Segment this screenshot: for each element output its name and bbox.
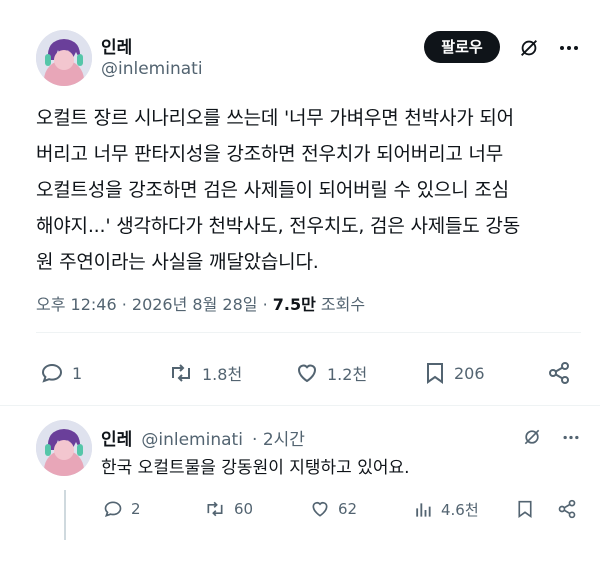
heart-icon — [297, 364, 317, 383]
bookmark-icon — [518, 500, 532, 518]
reply-count: 1 — [72, 363, 83, 383]
timestamp[interactable]: 오후 12:46 · 2026년 8월 28일 · — [36, 295, 273, 314]
reply-reply-button[interactable]: 2 — [103, 499, 141, 519]
share-icon — [558, 499, 576, 519]
reply-like-button[interactable]: 62 — [310, 499, 357, 519]
more-horizontal-icon[interactable] — [556, 35, 582, 61]
reply-button[interactable]: 1 — [40, 361, 82, 385]
reply-text: 한국 오컬트물을 강동원이 지탱하고 있어요. — [101, 458, 410, 478]
views-icon — [416, 502, 431, 517]
reply-retweet-button[interactable]: 60 — [204, 499, 253, 519]
bookmark-icon — [427, 363, 443, 384]
retweet-icon — [172, 364, 190, 382]
tweet-meta: 오후 12:46 · 2026년 8월 28일 · 7.5만 조회수 — [36, 291, 365, 315]
share-button[interactable] — [547, 361, 571, 385]
reply-like-count: 62 — [338, 500, 358, 518]
reply-retweet-count: 60 — [234, 500, 254, 518]
divider — [0, 405, 600, 406]
reply-bookmark-button[interactable] — [516, 499, 534, 519]
reply-views-button[interactable]: 4.6천 — [413, 499, 479, 520]
reply-share-button[interactable] — [557, 499, 577, 519]
heart-icon — [312, 501, 328, 517]
bookmark-count: 206 — [454, 363, 485, 383]
tweet-text: 오컬트 장르 시나리오를 쓰는데 '너무 가벼우면 천박사가 되어 버리고 너무… — [36, 107, 520, 273]
reply-icon — [41, 363, 63, 383]
reply-author-name[interactable]: 인레 — [101, 430, 132, 450]
grok-icon[interactable] — [520, 425, 544, 449]
reply-views-count: 4.6천 — [441, 501, 479, 519]
reply-author-handle[interactable]: @inleminati — [141, 430, 243, 450]
bookmark-button[interactable]: 206 — [424, 361, 485, 385]
author-handle[interactable]: @inleminati — [101, 59, 203, 79]
like-count: 1.2천 — [327, 365, 368, 384]
follow-button[interactable]: 팔로우 — [424, 31, 500, 63]
grok-icon[interactable] — [516, 35, 542, 61]
divider — [36, 332, 581, 333]
reply-avatar[interactable] — [36, 420, 92, 476]
avatar[interactable] — [36, 30, 92, 86]
reply-reply-count: 2 — [131, 500, 141, 518]
like-button[interactable]: 1.2천 — [295, 361, 367, 385]
views-label: 조회수 — [320, 295, 366, 314]
reply-header: 인레 @inleminati · 2시간 — [101, 425, 305, 450]
author-name[interactable]: 인레 — [101, 33, 132, 58]
reply-icon — [104, 501, 122, 518]
share-icon — [549, 362, 569, 384]
views-count: 7.5만 — [272, 295, 316, 314]
retweet-count: 1.8천 — [202, 365, 243, 384]
retweet-button[interactable]: 1.8천 — [168, 361, 242, 385]
retweet-icon — [207, 501, 223, 517]
reply-time[interactable]: · 2시간 — [252, 430, 305, 450]
thread-line — [64, 490, 66, 540]
more-horizontal-icon[interactable] — [559, 425, 583, 449]
